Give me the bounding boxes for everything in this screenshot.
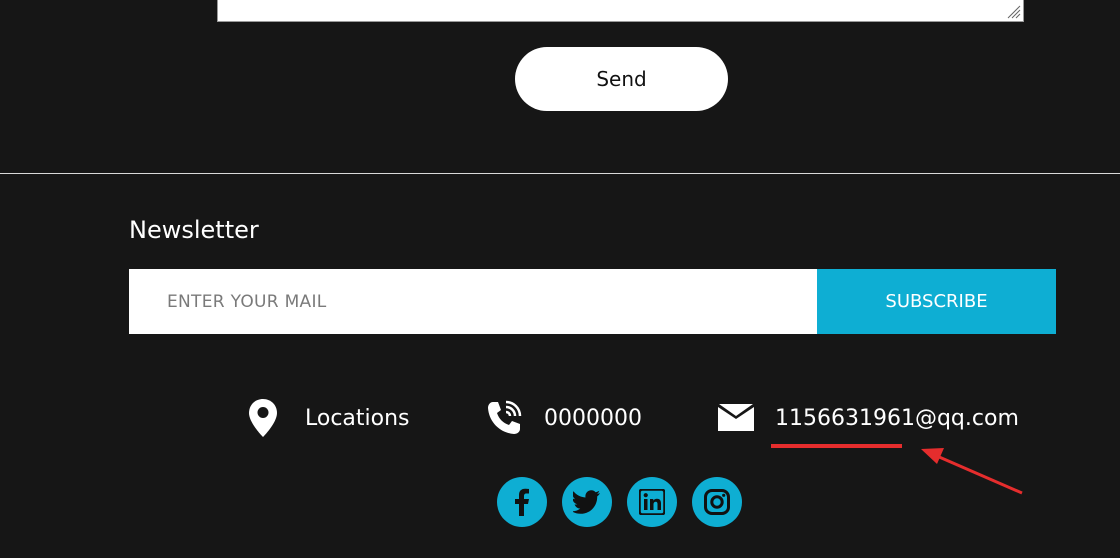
instagram-icon — [704, 489, 730, 515]
linkedin-link[interactable] — [627, 477, 677, 527]
contact-phone[interactable]: 0000000 — [484, 396, 642, 440]
newsletter-title: Newsletter — [129, 216, 259, 244]
phone-text: 0000000 — [544, 405, 642, 431]
facebook-icon — [515, 488, 529, 516]
subscribe-button[interactable]: SUBSCRIBE — [817, 269, 1056, 334]
linkedin-icon — [639, 489, 665, 515]
location-text: Locations — [305, 405, 410, 431]
twitter-link[interactable] — [562, 477, 612, 527]
email-text: 1156631961@qq.com — [775, 405, 1019, 431]
map-pin-icon — [248, 398, 278, 438]
contact-location[interactable]: Locations — [248, 396, 410, 440]
newsletter-form: SUBSCRIBE — [129, 269, 1056, 334]
annotation-underline — [771, 444, 902, 448]
contact-email[interactable]: 1156631961@qq.com — [717, 396, 1019, 440]
message-textarea[interactable] — [217, 0, 1024, 22]
phone-icon — [484, 398, 524, 438]
newsletter-email-input[interactable] — [129, 269, 817, 334]
send-button[interactable]: Send — [515, 47, 728, 111]
instagram-link[interactable] — [692, 477, 742, 527]
facebook-link[interactable] — [497, 477, 547, 527]
section-divider — [0, 173, 1120, 174]
annotation-arrow-icon — [921, 448, 1023, 495]
twitter-icon — [573, 490, 600, 514]
envelope-icon — [717, 403, 755, 433]
social-links — [497, 477, 742, 527]
resize-handle-icon[interactable] — [1005, 3, 1021, 19]
